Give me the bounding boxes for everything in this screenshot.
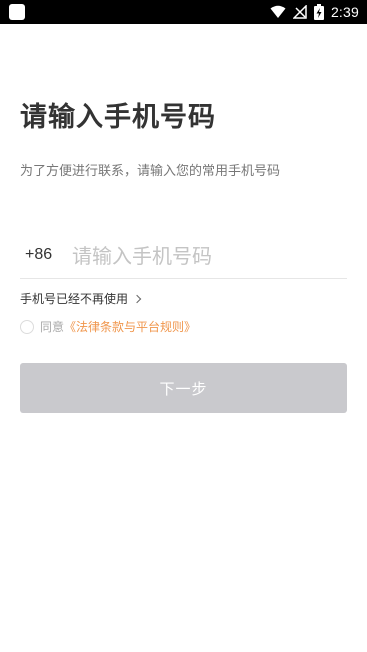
chevron-right-icon [132, 294, 142, 304]
no-signal-icon [292, 5, 307, 19]
phone-number-input[interactable] [72, 238, 342, 274]
page-title: 请输入手机号码 [20, 102, 216, 133]
phone-input-row: +86 [20, 236, 347, 279]
terms-link[interactable]: 《法律条款与平台规则》 [64, 318, 196, 335]
status-time: 2:39 [330, 4, 359, 20]
country-code[interactable]: +86 [25, 246, 52, 264]
phone-no-longer-used-label: 手机号已经不再使用 [20, 292, 129, 306]
agree-checkbox[interactable] [20, 319, 34, 334]
battery-charging-icon [313, 4, 324, 20]
app-notification-icon [9, 4, 25, 20]
page-subtitle: 为了方便进行联系，请输入您的常用手机号码 [20, 164, 281, 179]
wifi-icon [270, 5, 286, 18]
status-bar: 2:39 [0, 0, 367, 24]
agreement-row: 同意 《法律条款与平台规则》 [20, 318, 196, 335]
next-button[interactable]: 下一步 [20, 363, 347, 413]
agree-label: 同意 [40, 320, 65, 334]
status-icons: 2:39 [270, 0, 359, 24]
phone-no-longer-used-link[interactable]: 手机号已经不再使用 [20, 290, 142, 307]
